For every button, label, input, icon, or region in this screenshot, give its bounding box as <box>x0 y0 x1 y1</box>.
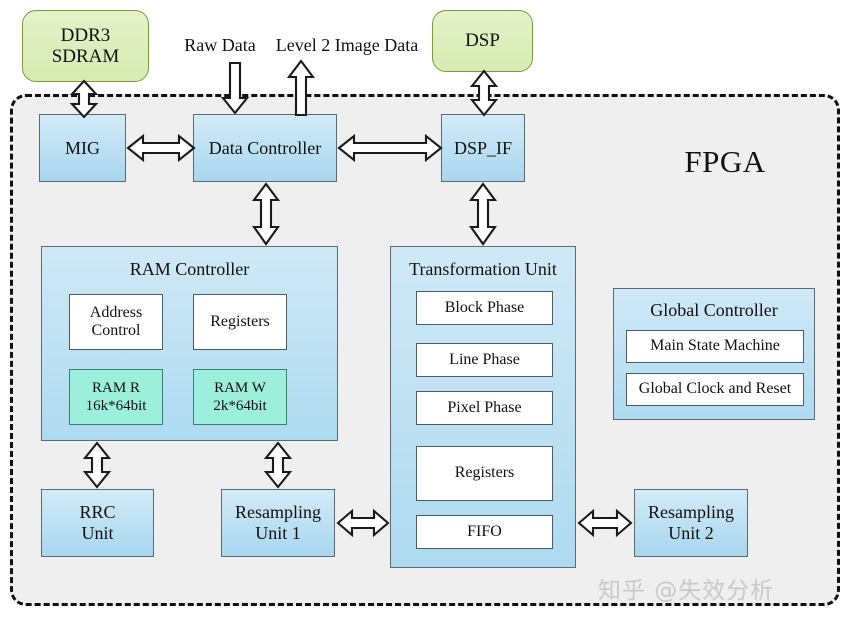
external-block-dsp-label: DSP <box>465 30 500 52</box>
block-resampling-unit-2[interactable]: Resampling Unit 2 <box>634 489 748 557</box>
block-resampling-unit-2-label: Resampling Unit 2 <box>648 502 734 543</box>
block-mig-label: MIG <box>65 137 100 158</box>
fpga-block-diagram: FPGA DDR3 SDRAM DSP Raw Data Level 2 Ima… <box>0 0 850 618</box>
subblock-ram-r[interactable]: RAM R 16k*64bit <box>69 369 163 425</box>
subblock-main-state-machine-label: Main State Machine <box>650 337 780 355</box>
external-block-dsp[interactable]: DSP <box>432 10 533 72</box>
flow-label-raw-data: Raw Data <box>184 34 256 55</box>
external-block-ddr3-sdram-label: DDR3 SDRAM <box>51 24 120 67</box>
subblock-ram-w[interactable]: RAM W 2k*64bit <box>193 369 287 425</box>
subblock-address-control-label: Address Control <box>89 303 143 339</box>
block-resampling-unit-1[interactable]: Resampling Unit 1 <box>221 489 335 557</box>
subblock-main-state-machine[interactable]: Main State Machine <box>626 330 804 363</box>
subblock-global-clock-and-reset-label: Global Clock and Reset <box>638 380 792 398</box>
container-transformation-unit[interactable]: Transformation Unit Block Phase Line Pha… <box>390 246 576 568</box>
block-data-controller[interactable]: Data Controller <box>193 114 337 182</box>
subblock-registers[interactable]: Registers <box>193 294 287 350</box>
container-ram-controller-title: RAM Controller <box>129 259 250 279</box>
subblock-block-phase-label: Block Phase <box>444 298 525 316</box>
container-global-controller-title: Global Controller <box>650 300 778 320</box>
subblock-address-control[interactable]: Address Control <box>69 294 163 350</box>
subblock-global-clock-and-reset[interactable]: Global Clock and Reset <box>626 373 804 406</box>
container-global-controller[interactable]: Global Controller Main State Machine Glo… <box>613 288 815 420</box>
block-dsp-if[interactable]: DSP_IF <box>441 114 525 182</box>
container-transformation-unit-title: Transformation Unit <box>409 259 557 279</box>
external-block-ddr3-sdram[interactable]: DDR3 SDRAM <box>22 10 149 82</box>
block-rrc-unit[interactable]: RRC Unit <box>41 489 154 557</box>
block-dsp-if-label: DSP_IF <box>453 137 513 158</box>
block-data-controller-label: Data Controller <box>208 137 322 158</box>
subblock-pixel-phase-label: Pixel Phase <box>447 398 522 416</box>
subblock-line-phase[interactable]: Line Phase <box>416 343 553 377</box>
subblock-ram-r-label: RAM R 16k*64bit <box>85 380 147 414</box>
flow-label-level2-image-data: Level 2 Image Data <box>275 34 419 55</box>
subblock-fifo[interactable]: FIFO <box>416 515 553 549</box>
container-ram-controller[interactable]: RAM Controller Address Control Registers… <box>41 246 338 441</box>
subblock-transformation-registers[interactable]: Registers <box>416 446 553 501</box>
block-resampling-unit-1-label: Resampling Unit 1 <box>235 502 321 543</box>
subblock-registers-label: Registers <box>210 312 270 330</box>
subblock-fifo-label: FIFO <box>467 522 502 540</box>
block-rrc-unit-label: RRC Unit <box>79 502 116 543</box>
watermark: 知乎 @失效分析 <box>598 578 775 604</box>
subblock-pixel-phase[interactable]: Pixel Phase <box>416 391 553 425</box>
subblock-transformation-registers-label: Registers <box>454 464 515 482</box>
subblock-block-phase[interactable]: Block Phase <box>416 291 553 325</box>
subblock-line-phase-label: Line Phase <box>449 350 520 368</box>
subblock-ram-w-label: RAM W 2k*64bit <box>213 380 267 414</box>
block-mig[interactable]: MIG <box>39 114 126 182</box>
fpga-region-label: FPGA <box>684 144 766 179</box>
